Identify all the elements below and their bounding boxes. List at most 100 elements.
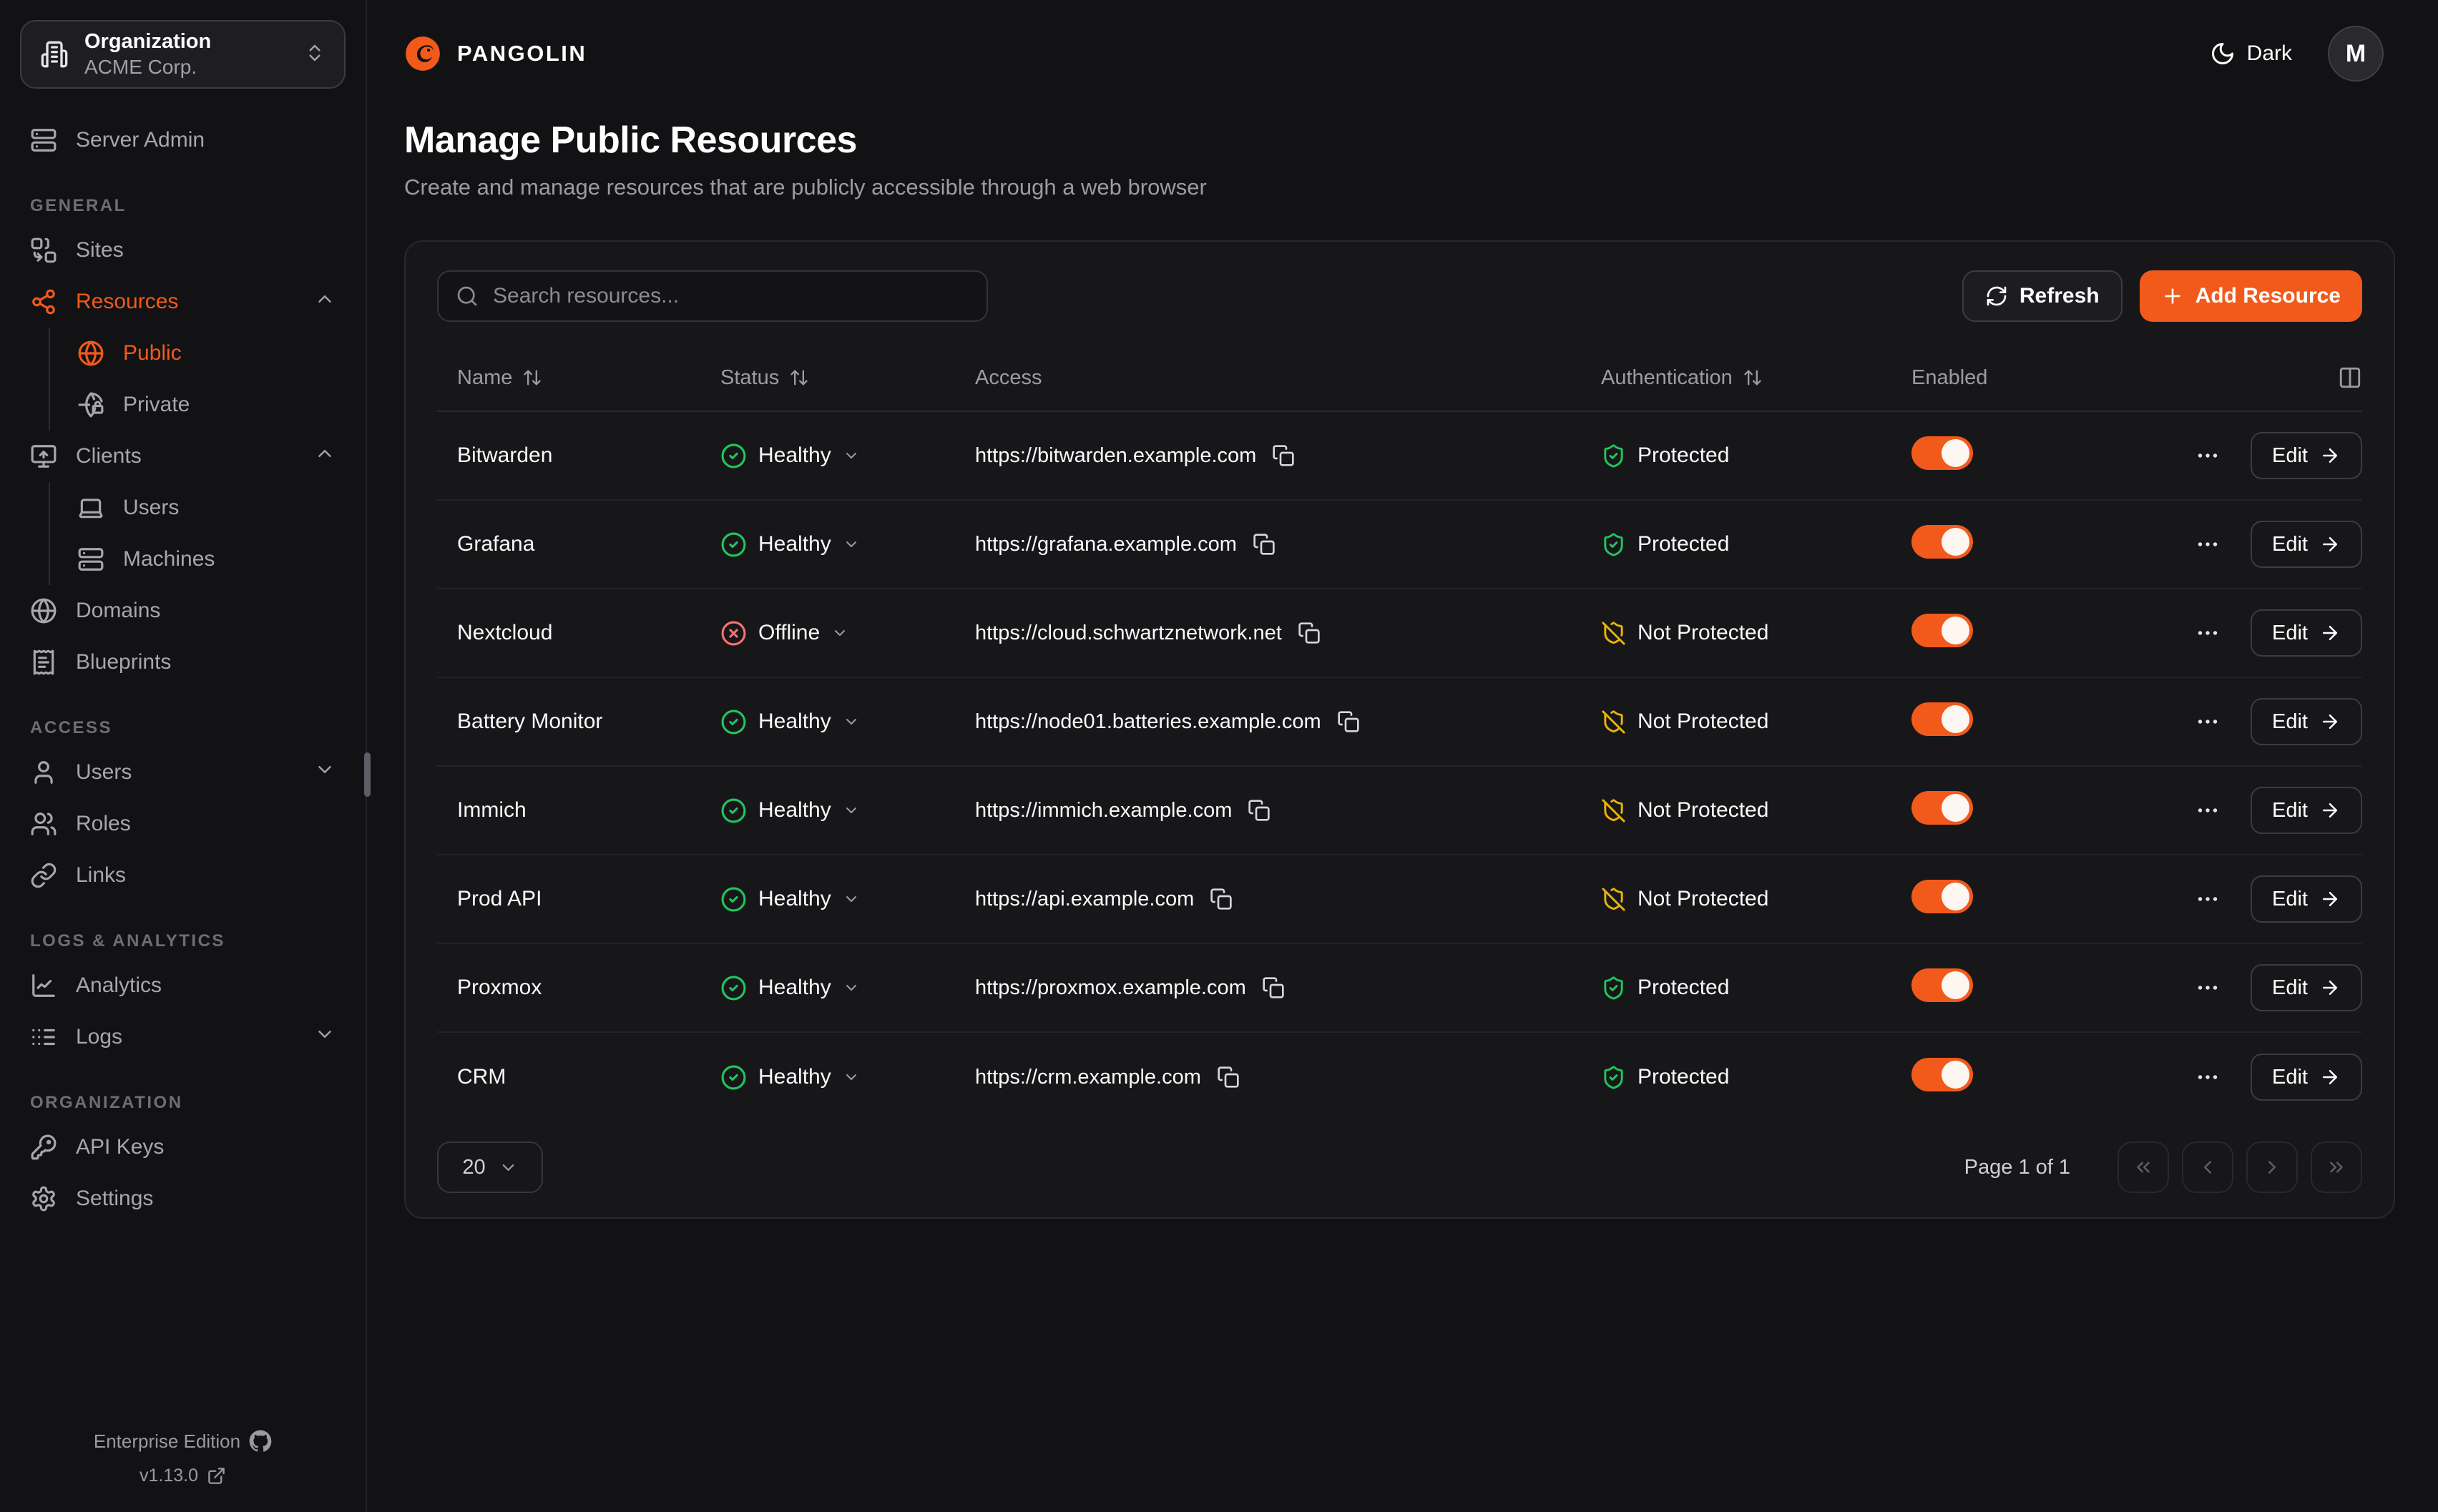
sidebar-item-settings[interactable]: Settings bbox=[20, 1173, 346, 1224]
sidebar-item-blueprints[interactable]: Blueprints bbox=[20, 637, 346, 688]
first-page-button[interactable] bbox=[2118, 1142, 2169, 1193]
row-menu-button[interactable] bbox=[2195, 531, 2221, 557]
edit-button[interactable]: Edit bbox=[2251, 1054, 2362, 1101]
circle-check-icon bbox=[720, 443, 747, 469]
shield-off-icon bbox=[1601, 887, 1626, 912]
copy-url-button[interactable] bbox=[1210, 888, 1233, 910]
resource-url: https://immich.example.com bbox=[975, 799, 1232, 823]
version-row[interactable]: v1.13.0 bbox=[0, 1466, 366, 1486]
copy-url-button[interactable] bbox=[1298, 622, 1321, 644]
edit-button[interactable]: Edit bbox=[2251, 432, 2362, 479]
auth-status: Not Protected bbox=[1637, 621, 1768, 645]
sidebar-item-clients[interactable]: Clients bbox=[20, 431, 346, 482]
status-dropdown[interactable]: Healthy bbox=[720, 975, 955, 1001]
status-dropdown[interactable]: Offline bbox=[720, 620, 955, 647]
edit-button[interactable]: Edit bbox=[2251, 698, 2362, 745]
avatar[interactable]: M bbox=[2328, 26, 2384, 82]
sort-authentication-header[interactable]: Authentication bbox=[1601, 366, 1763, 390]
edit-button[interactable]: Edit bbox=[2251, 521, 2362, 568]
sidebar-item-resources[interactable]: Resources bbox=[20, 276, 346, 328]
edit-button[interactable]: Edit bbox=[2251, 875, 2362, 923]
last-page-button[interactable] bbox=[2311, 1142, 2362, 1193]
sidebar-item-machines[interactable]: Machines bbox=[50, 534, 346, 585]
enabled-toggle[interactable] bbox=[1911, 791, 1973, 825]
copy-url-button[interactable] bbox=[1272, 444, 1295, 467]
resource-url: https://crm.example.com bbox=[975, 1066, 1201, 1089]
auth-status: Protected bbox=[1637, 1065, 1729, 1089]
status-dropdown[interactable]: Healthy bbox=[720, 709, 955, 735]
enabled-toggle[interactable] bbox=[1911, 968, 1973, 1002]
sidebar-item-domains[interactable]: Domains bbox=[20, 585, 346, 637]
sidebar-item-server-admin[interactable]: Server Admin bbox=[20, 114, 346, 166]
row-menu-button[interactable] bbox=[2195, 797, 2221, 823]
sidebar-item-users[interactable]: Users bbox=[20, 747, 346, 798]
copy-url-button[interactable] bbox=[1217, 1066, 1240, 1089]
enabled-toggle[interactable] bbox=[1911, 614, 1973, 647]
theme-toggle[interactable]: Dark bbox=[2206, 40, 2296, 67]
next-page-button[interactable] bbox=[2246, 1142, 2298, 1193]
enabled-toggle[interactable] bbox=[1911, 1058, 1973, 1091]
status-dropdown[interactable]: Healthy bbox=[720, 886, 955, 913]
sort-name-header[interactable]: Name bbox=[457, 366, 542, 390]
enabled-toggle[interactable] bbox=[1911, 702, 1973, 736]
table-row: Grafana Healthy bbox=[437, 501, 2362, 589]
prev-page-button[interactable] bbox=[2182, 1142, 2233, 1193]
org-label: Organization bbox=[84, 31, 211, 54]
add-resource-button[interactable]: Add Resource bbox=[2140, 270, 2362, 322]
table-row: Prod API Healthy bbox=[437, 855, 2362, 944]
edit-button[interactable]: Edit bbox=[2251, 787, 2362, 834]
copy-url-button[interactable] bbox=[1253, 533, 1276, 556]
search-input[interactable] bbox=[491, 283, 969, 309]
row-menu-button[interactable] bbox=[2195, 975, 2221, 1001]
sidebar-item-private[interactable]: Private bbox=[50, 379, 346, 431]
search-box bbox=[437, 270, 988, 322]
edit-button[interactable]: Edit bbox=[2251, 609, 2362, 657]
row-menu-button[interactable] bbox=[2195, 709, 2221, 735]
sidebar-item-roles[interactable]: Roles bbox=[20, 798, 346, 850]
edition-row[interactable]: Enterprise Edition bbox=[0, 1430, 366, 1453]
resource-url: https://node01.batteries.example.com bbox=[975, 710, 1321, 734]
sidebar-item-logs[interactable]: Logs bbox=[20, 1011, 346, 1063]
arrow-right-icon bbox=[2319, 534, 2341, 555]
brand-logo[interactable]: PANGOLIN bbox=[404, 35, 587, 72]
enabled-toggle[interactable] bbox=[1911, 880, 1973, 913]
status-dropdown[interactable]: Healthy bbox=[720, 443, 955, 469]
copy-url-button[interactable] bbox=[1337, 710, 1360, 733]
ellipsis-icon bbox=[2195, 620, 2221, 646]
column-settings-button[interactable] bbox=[2338, 365, 2362, 390]
chevron-up-icon bbox=[314, 443, 336, 470]
row-menu-button[interactable] bbox=[2195, 886, 2221, 912]
enabled-toggle[interactable] bbox=[1911, 525, 1973, 559]
row-menu-button[interactable] bbox=[2195, 443, 2221, 468]
status-dropdown[interactable]: Healthy bbox=[720, 531, 955, 558]
copy-url-button[interactable] bbox=[1248, 799, 1271, 822]
sidebar-item-api-keys[interactable]: API Keys bbox=[20, 1121, 346, 1173]
chevron-down-icon bbox=[843, 447, 860, 464]
sidebar-item-public[interactable]: Public bbox=[50, 328, 346, 379]
sort-status-header[interactable]: Status bbox=[720, 366, 809, 390]
gear-icon bbox=[30, 1185, 57, 1212]
refresh-button[interactable]: Refresh bbox=[1962, 270, 2123, 322]
row-menu-button[interactable] bbox=[2195, 620, 2221, 646]
sort-icon bbox=[1743, 368, 1763, 388]
status-dropdown[interactable]: Healthy bbox=[720, 797, 955, 824]
sidebar-item-links[interactable]: Links bbox=[20, 850, 346, 901]
section-logs-analytics: LOGS & ANALYTICS bbox=[30, 931, 346, 951]
row-menu-button[interactable] bbox=[2195, 1064, 2221, 1090]
sidebar-item-client-users[interactable]: Users bbox=[50, 482, 346, 534]
chevron-down-icon bbox=[499, 1158, 518, 1177]
sidebar-resize-handle[interactable] bbox=[364, 752, 371, 797]
sidebar-item-sites[interactable]: Sites bbox=[20, 225, 346, 276]
auth-status: Protected bbox=[1637, 443, 1729, 468]
sidebar-item-analytics[interactable]: Analytics bbox=[20, 960, 346, 1011]
enabled-toggle[interactable] bbox=[1911, 436, 1973, 470]
org-selector[interactable]: Organization ACME Corp. bbox=[20, 20, 346, 89]
circle-x-icon bbox=[720, 620, 747, 647]
status-dropdown[interactable]: Healthy bbox=[720, 1064, 955, 1091]
ellipsis-icon bbox=[2195, 975, 2221, 1001]
copy-url-button[interactable] bbox=[1262, 976, 1285, 999]
shield-off-icon bbox=[1601, 798, 1626, 823]
edit-button[interactable]: Edit bbox=[2251, 964, 2362, 1011]
page-size-select[interactable]: 20 bbox=[437, 1142, 543, 1193]
sort-icon bbox=[789, 368, 809, 388]
